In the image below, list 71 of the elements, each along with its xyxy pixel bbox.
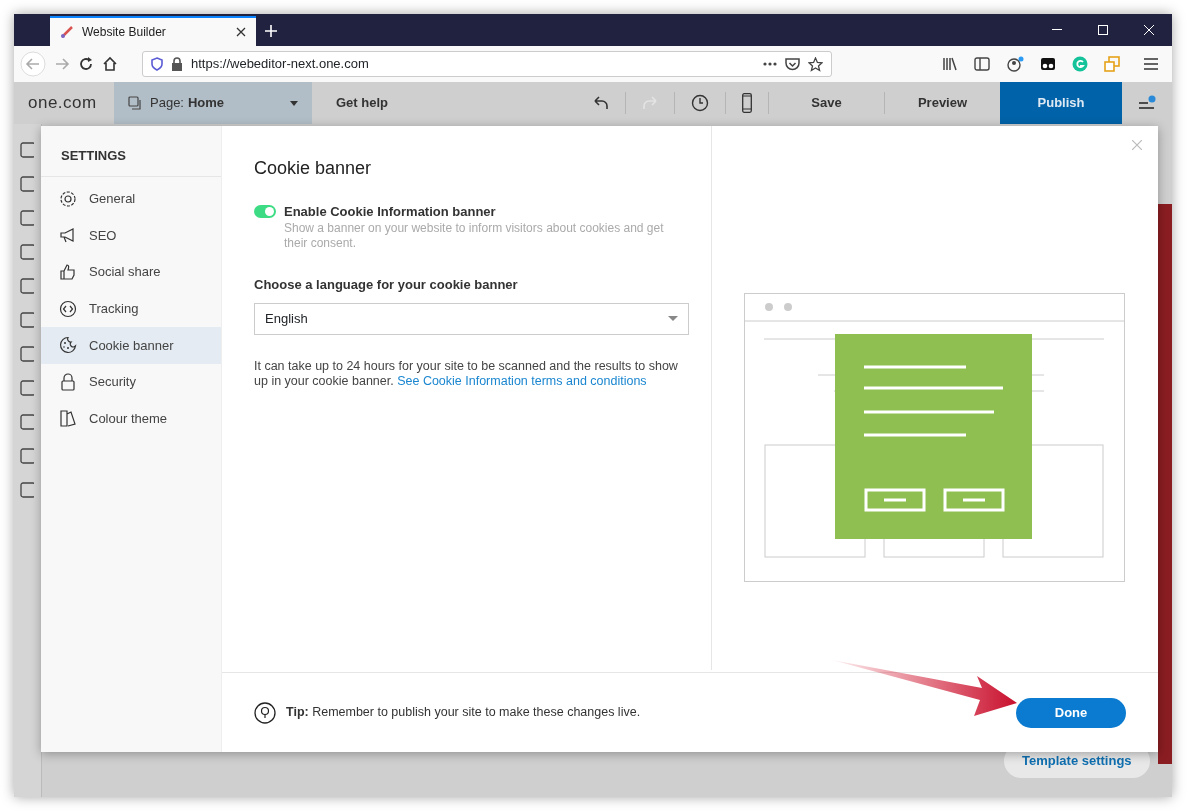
- tool-icon[interactable]: [20, 380, 34, 396]
- toggle-label: Enable Cookie Information banner: [284, 202, 496, 221]
- megaphone-icon: [59, 226, 77, 245]
- tool-icon[interactable]: [20, 210, 34, 226]
- menu-icon[interactable]: [1144, 58, 1158, 70]
- tool-icon[interactable]: [20, 142, 34, 158]
- tip-text: Tip: Remember to publish your site to make these changes live.: [286, 704, 641, 722]
- thumbs-up-icon: [59, 263, 77, 282]
- panel-menu-icon[interactable]: [1138, 95, 1156, 111]
- tool-icon[interactable]: [20, 176, 34, 192]
- toggle-switch[interactable]: [254, 204, 276, 218]
- close-icon[interactable]: [236, 27, 246, 37]
- settings-heading: SETTINGS: [41, 126, 221, 177]
- address-bar[interactable]: https://webeditor-next.one.com: [142, 51, 832, 77]
- tool-icon[interactable]: [20, 244, 34, 260]
- done-button[interactable]: Done: [1016, 697, 1126, 728]
- cookie-icon: [59, 336, 77, 355]
- account-icon[interactable]: [1006, 56, 1024, 72]
- more-icon[interactable]: [763, 62, 777, 66]
- tool-icon[interactable]: [20, 346, 34, 362]
- sidebar-icon[interactable]: [974, 57, 990, 71]
- settings-menu-item[interactable]: General: [41, 180, 221, 218]
- shield-icon: [151, 57, 163, 71]
- language-select[interactable]: English: [254, 302, 689, 335]
- tool-icon[interactable]: [20, 482, 34, 498]
- language-label: Choose a language for your cookie banner: [254, 276, 519, 295]
- caret-icon: [290, 100, 298, 106]
- logo[interactable]: one.com: [14, 90, 114, 116]
- reload-icon[interactable]: [78, 56, 94, 72]
- get-help-button[interactable]: Get help: [328, 82, 396, 124]
- settings-menu-item[interactable]: SEO: [41, 217, 221, 254]
- settings-menu-item[interactable]: Cookie banner: [41, 326, 221, 364]
- tool-icon[interactable]: [20, 414, 34, 430]
- panel-title: Cookie banner: [254, 158, 373, 180]
- settings-menu-item[interactable]: Security: [41, 363, 221, 401]
- tool-icon[interactable]: [20, 312, 34, 328]
- page-selector[interactable]: Page: Home: [114, 82, 312, 124]
- history-icon[interactable]: [691, 94, 709, 112]
- code-icon: [59, 299, 77, 318]
- new-tab-icon[interactable]: [264, 24, 278, 38]
- lightbulb-icon: [254, 701, 276, 724]
- maximize-icon[interactable]: [1098, 25, 1108, 35]
- publish-button[interactable]: Publish: [1000, 82, 1122, 124]
- star-icon[interactable]: [808, 56, 823, 72]
- page-label: Page:: [150, 95, 184, 111]
- pages-icon: [128, 96, 142, 110]
- minimize-icon[interactable]: [1052, 29, 1062, 31]
- library-icon[interactable]: [942, 57, 958, 71]
- home-icon[interactable]: [102, 56, 118, 72]
- terms-link[interactable]: See Cookie Information terms and conditions: [397, 374, 647, 389]
- pocket-icon[interactable]: [785, 57, 800, 71]
- toggle-description: Show a banner on your website to inform visitors about cookies and get their consent.: [284, 221, 665, 252]
- mobile-icon[interactable]: [742, 93, 752, 113]
- settings-menu-item[interactable]: Tracking: [41, 290, 221, 327]
- tool-icon[interactable]: [20, 448, 34, 464]
- settings-menu-item[interactable]: Colour theme: [41, 400, 221, 437]
- mask-icon[interactable]: [1040, 57, 1056, 71]
- lock-icon: [171, 57, 183, 71]
- scan-note: It can take up to 24 hours for your site to be scanned and the results to show up in your cookie banner. See Cookie Information terms and conditions: [254, 358, 679, 390]
- brush-icon: [60, 25, 74, 39]
- settings-menu-item[interactable]: Social share: [41, 253, 221, 291]
- tool-icon[interactable]: [20, 278, 34, 294]
- undo-icon[interactable]: [593, 96, 609, 110]
- preview-button[interactable]: Preview: [885, 82, 1000, 124]
- gear-icon: [59, 189, 77, 208]
- url-text: https://webeditor-next.one.com: [191, 55, 369, 74]
- caret-icon: [668, 316, 678, 322]
- page-name: Home: [188, 95, 225, 111]
- swatch-icon: [59, 409, 77, 428]
- lock-icon: [59, 372, 77, 391]
- save-button[interactable]: Save: [769, 82, 884, 124]
